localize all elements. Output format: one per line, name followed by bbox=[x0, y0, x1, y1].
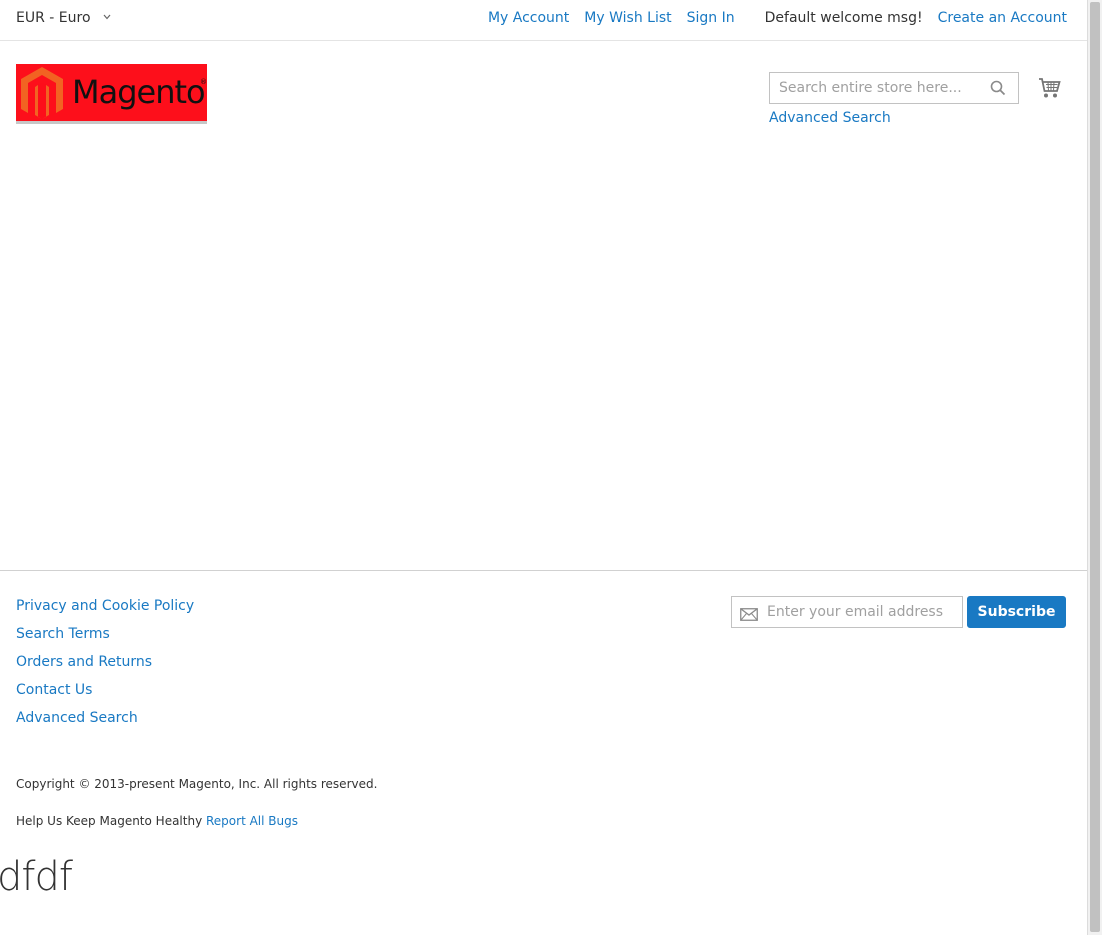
search-input[interactable] bbox=[779, 73, 979, 103]
create-account-link[interactable]: Create an Account bbox=[938, 10, 1067, 26]
magento-logo-mark bbox=[21, 67, 63, 119]
subscribe-button[interactable]: Subscribe bbox=[967, 596, 1066, 628]
footer-link-orders-returns[interactable]: Orders and Returns bbox=[16, 654, 152, 670]
chevron-down-icon bbox=[103, 11, 111, 25]
cart-icon[interactable] bbox=[1038, 76, 1062, 104]
search-icon[interactable] bbox=[990, 80, 1006, 100]
header-links: My Account My Wish List Sign In Default … bbox=[473, 10, 1067, 26]
newsletter-field bbox=[731, 596, 963, 628]
logo-text: Magento bbox=[72, 73, 206, 111]
report-bugs-text: Help Us Keep Magento Healthy bbox=[16, 814, 203, 828]
report-bugs-link[interactable]: Report All Bugs bbox=[206, 814, 298, 828]
footer-link-search-terms[interactable]: Search Terms bbox=[16, 626, 110, 642]
footer-link-advanced-search[interactable]: Advanced Search bbox=[16, 710, 138, 726]
report-bugs: Help Us Keep Magento Healthy Report All … bbox=[16, 814, 298, 828]
page: EUR - Euro My Account My Wish List Sign … bbox=[0, 0, 1087, 935]
scrollbar-thumb[interactable] bbox=[1090, 2, 1100, 932]
store-logo[interactable]: Magento ® bbox=[16, 64, 207, 124]
my-account-link[interactable]: My Account bbox=[488, 10, 569, 26]
mail-icon bbox=[740, 606, 758, 625]
sign-in-link[interactable]: Sign In bbox=[687, 10, 735, 26]
currency-label: EUR - Euro bbox=[16, 10, 91, 26]
copyright: Copyright © 2013-present Magento, Inc. A… bbox=[16, 777, 378, 791]
footer-links: Privacy and Cookie Policy Search Terms O… bbox=[16, 597, 194, 737]
newsletter-email-input[interactable] bbox=[767, 597, 957, 627]
wish-list-link[interactable]: My Wish List bbox=[584, 10, 671, 26]
welcome-message: Default welcome msg! bbox=[764, 10, 923, 26]
footer: Privacy and Cookie Policy Search Terms O… bbox=[0, 570, 1087, 935]
currency-switcher[interactable]: EUR - Euro bbox=[16, 10, 111, 26]
search-box bbox=[769, 72, 1019, 104]
advanced-search-link[interactable]: Advanced Search bbox=[769, 110, 891, 126]
footer-link-privacy[interactable]: Privacy and Cookie Policy bbox=[16, 598, 194, 614]
page-scrollbar[interactable] bbox=[1087, 0, 1102, 935]
header-panel: EUR - Euro My Account My Wish List Sign … bbox=[0, 0, 1087, 41]
logo-registered-mark: ® bbox=[200, 78, 207, 86]
stray-text: dfdf bbox=[0, 854, 73, 900]
footer-link-contact[interactable]: Contact Us bbox=[16, 682, 92, 698]
